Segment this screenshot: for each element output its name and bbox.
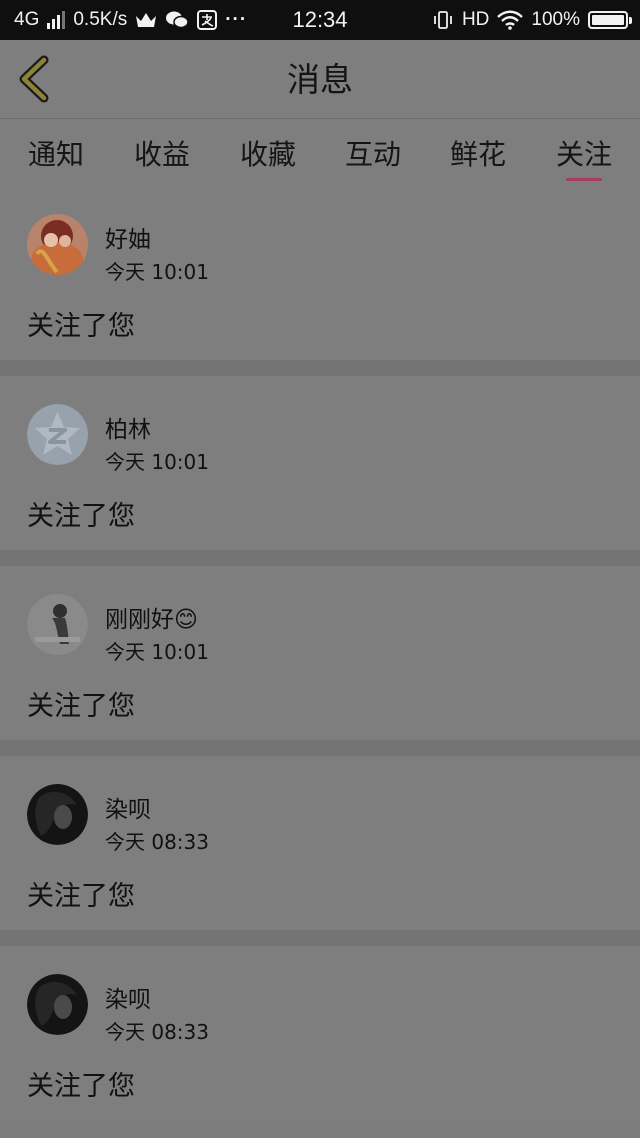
message-time: 今天 10:01 (105, 260, 209, 284)
tab-flowers[interactable]: 鲜花 (438, 133, 518, 173)
tab-interactions[interactable]: 互动 (333, 133, 413, 173)
avatar[interactable] (27, 974, 88, 1035)
back-button[interactable] (12, 54, 56, 104)
list-separator (0, 740, 640, 756)
tab-bar: 通知 收益 收藏 互动 鲜花 关注 (0, 119, 640, 185)
status-time: 12:34 (292, 7, 348, 32)
tab-favorites[interactable]: 收藏 (228, 133, 308, 173)
avatar[interactable] (27, 404, 88, 465)
network-speed: 0.5K/s (73, 9, 128, 30)
wifi-icon (497, 10, 524, 30)
message-list: 好妯 今天 10:01 关注了您 柏林 今天 10:01 关注了您 刚刚好😊 今 (0, 186, 640, 1120)
user-name: 好妯 (105, 227, 151, 253)
tab-earnings[interactable]: 收益 (122, 133, 202, 173)
avatar[interactable] (27, 214, 88, 275)
message-time: 今天 10:01 (105, 640, 209, 664)
avatar[interactable] (27, 594, 88, 655)
list-item[interactable]: 好妯 今天 10:01 关注了您 (0, 186, 640, 360)
tab-notifications[interactable]: 通知 (16, 133, 96, 173)
vibrate-icon (434, 11, 452, 29)
battery-icon (588, 11, 632, 29)
message-time: 今天 08:33 (105, 830, 209, 854)
user-name: 染呗 (105, 987, 151, 1013)
user-name: 刚刚好😊 (105, 607, 198, 633)
battery-percent: 100% (531, 9, 580, 30)
avatar[interactable] (27, 784, 88, 845)
message-text: 关注了您 (27, 1071, 135, 1102)
message-time: 今天 10:01 (105, 450, 209, 474)
user-name: 染呗 (105, 797, 151, 823)
list-item[interactable]: 染呗 今天 08:33 关注了您 (0, 756, 640, 930)
list-separator (0, 930, 640, 946)
more-dots-icon: ··· (225, 9, 248, 30)
signal-icon (47, 11, 66, 29)
list-item[interactable]: 刚刚好😊 今天 10:01 关注了您 (0, 566, 640, 740)
list-separator (0, 550, 640, 566)
message-text: 关注了您 (27, 691, 135, 722)
crown-icon (136, 13, 157, 27)
header: 消息 (0, 40, 640, 118)
tab-following[interactable]: 关注 (544, 133, 624, 173)
page-title: 消息 (287, 60, 353, 99)
list-item[interactable]: 柏林 今天 10:01 关注了您 (0, 376, 640, 550)
list-separator (0, 360, 640, 376)
alipay-icon (197, 10, 218, 30)
list-item[interactable]: 染呗 今天 08:33 关注了您 (0, 946, 640, 1120)
network-type: 4G (14, 9, 40, 30)
message-text: 关注了您 (27, 881, 135, 912)
message-text: 关注了您 (27, 501, 135, 532)
hd-indicator: HD (461, 9, 490, 30)
message-time: 今天 08:33 (105, 1020, 209, 1044)
message-text: 关注了您 (27, 311, 135, 342)
status-bar: 4G 0.5K/s ··· 12:34 HD 100% (0, 0, 640, 40)
user-name: 柏林 (105, 417, 151, 443)
chevron-left-icon (19, 55, 49, 103)
selected-tab-indicator (566, 178, 602, 181)
wechat-icon (166, 11, 189, 29)
